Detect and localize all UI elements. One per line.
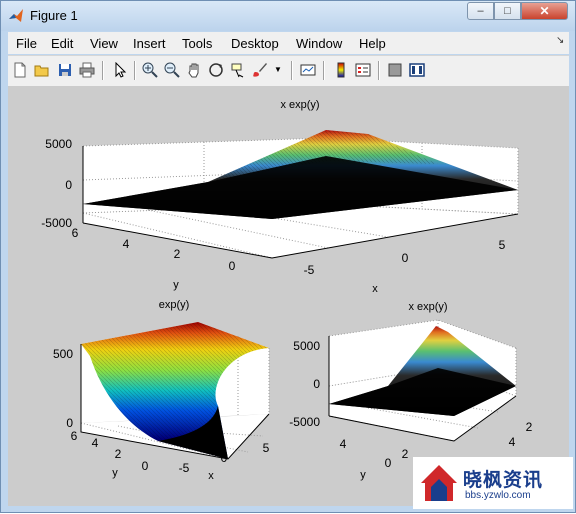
bl-x-label: x [208, 470, 214, 482]
br-z-tick: -5000 [289, 415, 320, 429]
show-plot-tools-icon[interactable] [409, 62, 425, 78]
menu-insert[interactable]: Insert [133, 36, 166, 51]
data-cursor-icon[interactable] [230, 62, 246, 78]
br-y-label: y [360, 469, 366, 481]
toolbar: ▼ [8, 55, 569, 87]
title-bar[interactable]: Figure 1 – □ ✕ [1, 1, 575, 31]
menu-window[interactable]: Window [296, 36, 342, 51]
brush-icon[interactable] [252, 62, 268, 78]
figure-window: Figure 1 – □ ✕ File Edit View Insert Too… [0, 0, 576, 513]
bl-y-label: y [112, 467, 118, 479]
close-button[interactable]: ✕ [521, 2, 568, 20]
br-z-tick: 5000 [293, 339, 320, 353]
top-y-tick: 4 [123, 237, 130, 251]
top-plot-title: x exp(y) [280, 99, 319, 111]
br-x-tick: 2 [402, 447, 409, 461]
zoom-in-icon[interactable] [142, 62, 158, 78]
open-icon[interactable] [34, 62, 50, 78]
bl-z-tick: 500 [53, 347, 73, 361]
maximize-button[interactable]: □ [494, 2, 521, 20]
br-x-tick: 4 [340, 437, 347, 451]
top-x-label: x [372, 283, 378, 295]
menu-tools[interactable]: Tools [182, 36, 212, 51]
new-figure-icon[interactable] [12, 62, 28, 78]
br-x-tick: 0 [385, 456, 392, 470]
menu-file[interactable]: File [16, 36, 37, 51]
top-x-tick: 5 [499, 238, 506, 252]
menu-dock-arrow-icon[interactable]: ↘ [556, 35, 564, 46]
br-z-tick: 0 [313, 377, 320, 391]
top-z-tick: -5000 [41, 216, 72, 230]
bottom-left-plot[interactable]: exp(y) 500 0 -5 0 5 0 2 4 6 x y [53, 299, 270, 482]
br-y-tick: 4 [509, 435, 516, 449]
top-z-tick: 5000 [45, 137, 72, 151]
bl-y-tick: 0 [142, 459, 149, 473]
colorbar-icon[interactable] [333, 62, 349, 78]
minimize-button[interactable]: – [467, 2, 494, 20]
hide-plot-tools-icon[interactable] [387, 62, 403, 78]
menu-help[interactable]: Help [359, 36, 386, 51]
bl-title: exp(y) [159, 299, 190, 311]
top-z-tick: 0 [65, 178, 72, 192]
watermark-url: bbs.yzwlo.com [465, 490, 531, 501]
rotate-icon[interactable] [208, 62, 224, 78]
top-y-tick: 6 [72, 226, 79, 240]
bl-y-tick: 6 [71, 429, 78, 443]
save-icon[interactable] [57, 62, 73, 78]
bl-x-tick: -5 [179, 461, 190, 475]
matlab-icon [9, 9, 23, 22]
link-plot-icon[interactable] [300, 62, 316, 78]
top-x-tick: 0 [402, 251, 409, 265]
watermark-logo: 晓枫资讯 bbs.yzwlo.com [413, 457, 573, 509]
menu-edit[interactable]: Edit [51, 36, 73, 51]
bl-y-tick: 2 [115, 447, 122, 461]
watermark-name: 晓枫资讯 [463, 469, 544, 491]
bottom-right-plot[interactable]: x exp(y) 5000 0 -5000 0 2 4 4 2 y [289, 301, 532, 481]
bl-z-tick: 0 [66, 416, 73, 430]
br-title: x exp(y) [408, 301, 447, 313]
top-plot[interactable]: x exp(y) 5000 0 -5000 -5 0 5 0 2 4 6 x y [41, 99, 519, 295]
top-y-tick: 0 [229, 259, 236, 273]
menu-desktop[interactable]: Desktop [231, 36, 279, 51]
window-title: Figure 1 [30, 8, 78, 23]
bl-x-tick: 0 [221, 451, 228, 465]
top-x-tick: -5 [304, 263, 315, 277]
bl-y-tick: 4 [92, 436, 99, 450]
top-y-tick: 2 [174, 247, 181, 261]
top-y-label: y [173, 279, 179, 291]
pointer-icon[interactable] [112, 62, 128, 78]
pan-icon[interactable] [186, 62, 202, 78]
plots-svg[interactable]: x exp(y) 5000 0 -5000 -5 0 5 0 2 4 6 x y [8, 86, 569, 506]
legend-icon[interactable] [355, 62, 371, 78]
menu-bar: File Edit View Insert Tools Desktop Wind… [8, 32, 569, 54]
bl-x-tick: 5 [263, 441, 270, 455]
brush-dropdown-icon[interactable]: ▼ [273, 62, 283, 78]
print-icon[interactable] [79, 62, 95, 78]
zoom-out-icon[interactable] [164, 62, 180, 78]
menu-view[interactable]: View [90, 36, 118, 51]
figure-canvas[interactable]: x exp(y) 5000 0 -5000 -5 0 5 0 2 4 6 x y [8, 86, 569, 506]
br-y-tick: 2 [526, 420, 533, 434]
